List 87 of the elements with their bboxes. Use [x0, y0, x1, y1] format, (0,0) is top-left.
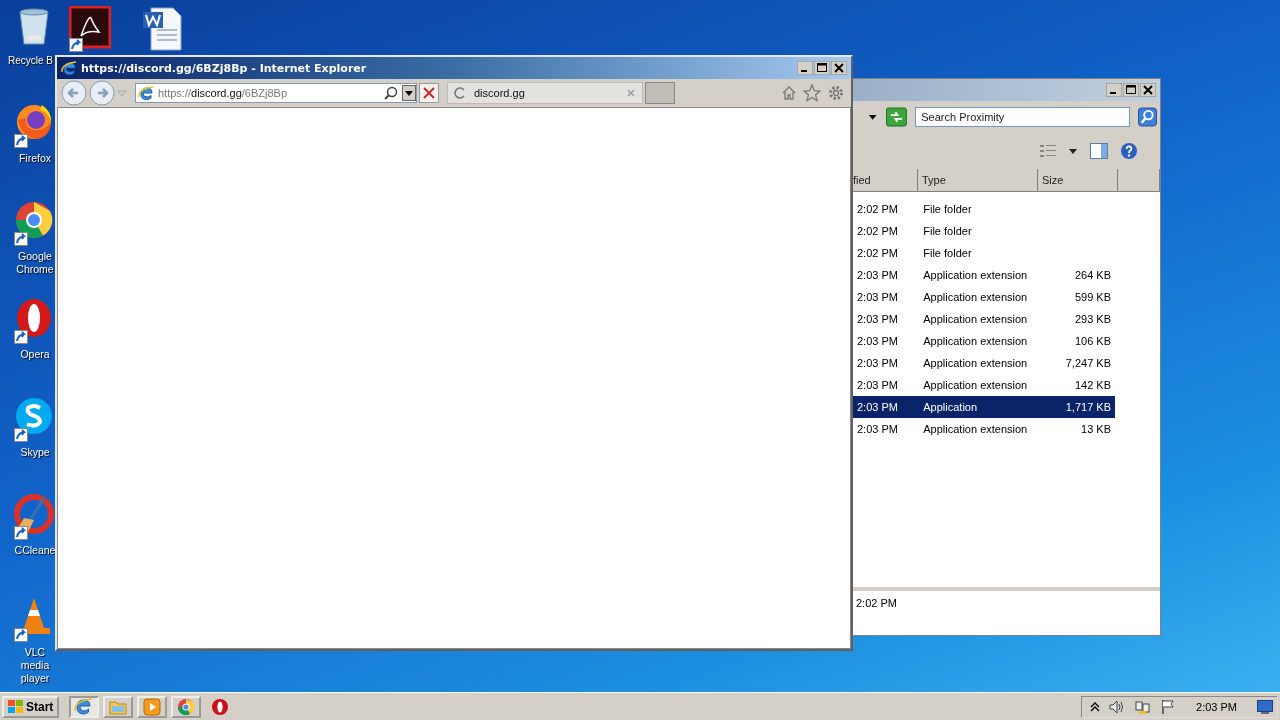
table-cell-text: 142 KB: [1073, 379, 1112, 391]
table-cell-text: 7,247 KB: [1064, 357, 1112, 369]
table-cell-text: 2:03 PM: [856, 401, 899, 413]
document-icon[interactable]: [141, 6, 183, 52]
browser-tab[interactable]: discord.gg: [447, 82, 643, 104]
shortcut-arrow-icon: [14, 428, 28, 442]
table-cell-text: 2:02 PM: [856, 203, 899, 215]
shortcut-arrow-icon: [69, 38, 83, 52]
stop-button[interactable]: [419, 83, 439, 103]
table-cell-text: File folder: [922, 247, 973, 259]
table-cell-text: 293 KB: [1073, 313, 1112, 325]
column-header[interactable]: Size: [1038, 169, 1118, 191]
settings-icon[interactable]: [827, 84, 845, 102]
shortcut-arrow-icon: [14, 330, 28, 344]
table-cell-text: 1,717 KB: [1064, 401, 1112, 413]
shortcut-arrow-icon: [14, 526, 28, 540]
shortcut-arrow-icon: [14, 628, 28, 642]
search-icon[interactable]: [384, 86, 398, 100]
window-title: https://discord.gg/6BZj8Bp - Internet Explorer: [81, 61, 367, 75]
taskbar-button[interactable]: [171, 695, 202, 718]
table-cell-text: Application: [922, 401, 979, 413]
show-hidden-icons-button[interactable]: [1090, 700, 1101, 713]
maximize-button[interactable]: [814, 61, 830, 75]
table-cell-text: 264 KB: [1073, 269, 1112, 281]
start-button[interactable]: Start: [2, 695, 60, 718]
table-cell-text: 2:03 PM: [856, 269, 899, 281]
table-cell-text: 2:03 PM: [856, 423, 899, 435]
selected-row[interactable]: 2:03 PM Application 1,717 KB: [853, 396, 1115, 418]
column-header[interactable]: Type: [918, 169, 1038, 191]
table-cell-text: Application extension: [922, 269, 1029, 281]
url-text: https://discord.gg/6BZj8Bp: [158, 87, 289, 99]
search-icon[interactable]: [1138, 107, 1157, 127]
taskbar-button[interactable]: [137, 695, 168, 718]
desktop-icon-label[interactable]: VLC media player: [20, 646, 50, 685]
search-field[interactable]: Search Proximity: [915, 107, 1131, 127]
shortcut-arrow-icon: [14, 232, 28, 246]
desktop-icon-label[interactable]: Opera: [20, 348, 50, 361]
windows-logo-icon: [8, 699, 24, 714]
table-cell-text: Application extension: [922, 313, 1029, 325]
desktop-icon-label[interactable]: Recycle B: [8, 54, 53, 67]
table-cell-text: Application extension: [922, 291, 1029, 303]
table-cell-text: 2:02 PM: [856, 225, 899, 237]
table-cell-text: File folder: [922, 225, 973, 237]
ie-logo-icon: [138, 85, 154, 101]
details-text: 2:02 PM: [856, 597, 897, 609]
media-player-icon: [142, 696, 163, 717]
table-cell-text: 13 KB: [1080, 423, 1112, 435]
dropdown-button[interactable]: [402, 85, 416, 101]
tab-title: discord.gg: [474, 87, 526, 99]
refresh-icon[interactable]: [886, 107, 908, 127]
address-field[interactable]: https://discord.gg/6BZj8Bp: [135, 83, 417, 103]
ie-logo-icon: [61, 60, 77, 76]
table-cell-text: Application extension: [922, 357, 1029, 369]
show-desktop-icon[interactable]: [1257, 699, 1273, 714]
close-button[interactable]: [831, 61, 847, 75]
table-cell-text: Application extension: [922, 423, 1029, 435]
table-cell-text: 599 KB: [1073, 291, 1112, 303]
table-cell-text: 2:03 PM: [856, 313, 899, 325]
desktop-icon-label[interactable]: Google Chrome: [16, 250, 54, 276]
table-cell-text: Application extension: [922, 379, 1029, 391]
home-icon[interactable]: [781, 85, 797, 101]
internet-explorer-icon: [74, 696, 95, 717]
acrobat-icon[interactable]: [69, 6, 111, 52]
desktop-icon-label[interactable]: Skype: [20, 446, 50, 459]
minimize-button[interactable]: [797, 61, 813, 75]
table-cell-text: 2:03 PM: [856, 357, 899, 369]
table-cell-text: 2:02 PM: [856, 247, 899, 259]
preview-pane-icon[interactable]: [1090, 143, 1108, 159]
taskbar-button[interactable]: [69, 695, 100, 718]
clock[interactable]: 2:03 PM: [1196, 700, 1237, 713]
table-cell-text: 106 KB: [1073, 335, 1112, 347]
dropdown-caret-icon[interactable]: [867, 113, 879, 121]
desktop-icon-label[interactable]: Firefox: [18, 152, 52, 165]
network-icon[interactable]: [1134, 698, 1153, 715]
dropdown-caret-icon[interactable]: [1068, 147, 1078, 155]
shortcut-arrow-icon: [14, 134, 28, 148]
desktop-icon-label[interactable]: CCleane: [14, 544, 56, 557]
table-cell-text: 2:03 PM: [856, 335, 899, 347]
table-cell-text: 2:03 PM: [856, 379, 899, 391]
flag-icon[interactable]: [1160, 698, 1177, 715]
help-icon[interactable]: [1120, 142, 1138, 160]
table-cell-text: Application extension: [922, 335, 1029, 347]
opera-icon: [210, 696, 231, 717]
star-icon[interactable]: [803, 84, 821, 102]
chrome-icon: [176, 696, 197, 717]
table-cell-text: File folder: [922, 203, 973, 215]
table-cell-text: 2:03 PM: [856, 291, 899, 303]
